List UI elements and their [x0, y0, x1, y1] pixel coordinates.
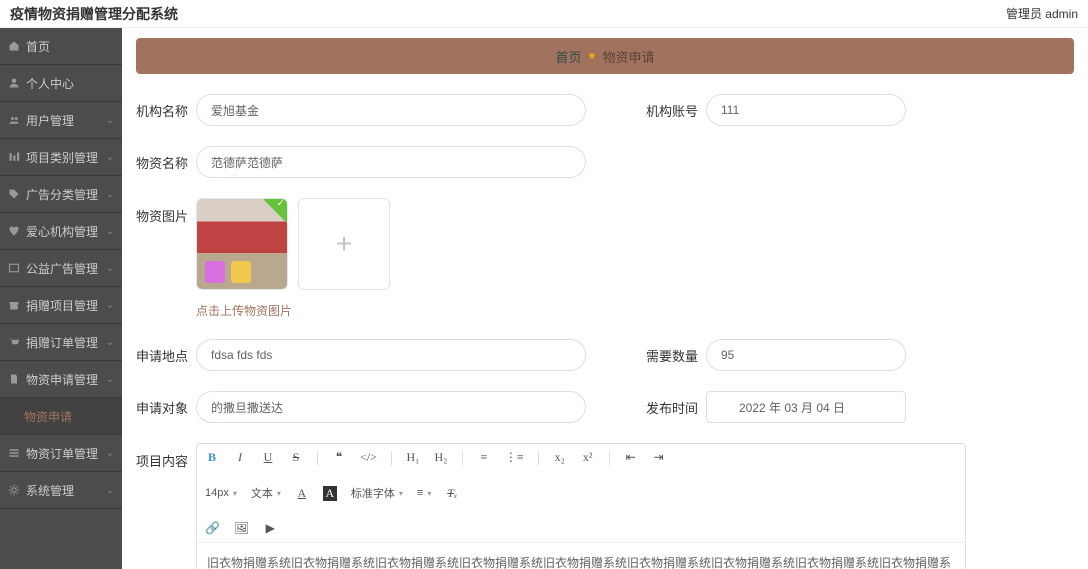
chevron-down-icon: ⌄	[106, 300, 114, 311]
material-name-input[interactable]	[196, 146, 586, 178]
users-icon	[8, 114, 20, 126]
sidebar-item-public-ad[interactable]: 公益广告管理 ⌄	[0, 250, 122, 287]
app-header: 疫情物资捐赠管理分配系统 管理员 admin	[0, 0, 1088, 28]
sidebar-item-material-order[interactable]: 物资订单管理 ⌄	[0, 435, 122, 472]
chevron-down-icon: ⌄	[106, 263, 114, 274]
cart-icon	[8, 336, 20, 348]
chevron-down-icon: ⌄	[106, 226, 114, 237]
publish-time-input[interactable]	[706, 391, 906, 423]
tag-icon	[8, 188, 20, 200]
breadcrumb-home[interactable]: 首页	[556, 47, 582, 66]
apply-addr-label: 申请地点	[136, 346, 196, 365]
h1-button[interactable]: H₁	[406, 450, 420, 465]
indent-plus-button[interactable]: ⇥	[652, 450, 666, 465]
bold-button[interactable]: B	[205, 450, 219, 465]
italic-button[interactable]: I	[233, 450, 247, 465]
ad-icon	[8, 262, 20, 274]
gift-icon	[8, 299, 20, 311]
gear-icon	[8, 484, 20, 496]
sidebar-item-system[interactable]: 系统管理 ⌄	[0, 472, 122, 509]
chevron-down-icon: ⌄	[106, 152, 114, 163]
text-color-button[interactable]: A	[295, 486, 309, 501]
material-name-label: 物资名称	[136, 153, 196, 172]
apply-target-label: 申请对象	[136, 398, 196, 417]
material-img-label: 物资图片	[136, 206, 196, 225]
editor-content[interactable]: 旧衣物捐赠系统旧衣物捐赠系统旧衣物捐赠系统旧衣物捐赠系统旧衣物捐赠系统旧衣物捐赠…	[197, 543, 965, 569]
sidebar-item-home[interactable]: 首页	[0, 28, 122, 65]
h2-button[interactable]: H₂	[434, 450, 448, 465]
breadcrumb-current: 物资申请	[602, 47, 654, 66]
plus-icon: +	[336, 228, 352, 260]
current-user[interactable]: 管理员 admin	[1006, 5, 1078, 22]
home-icon	[8, 40, 20, 52]
publish-time-label: 发布时间	[646, 398, 706, 417]
sidebar-subitem-material-apply[interactable]: 物资申请	[0, 398, 122, 435]
rich-text-editor: B I U S ❝ </> H₁ H₂ ≡ ⋮≡ x₂	[196, 443, 966, 569]
chevron-down-icon: ⌄	[106, 485, 114, 496]
content-label: 项目内容	[136, 451, 196, 470]
heart-icon	[8, 225, 20, 237]
check-icon	[263, 199, 287, 223]
sidebar: 首页 个人中心 用户管理 ⌄ 项目类别管理 ⌄ 广告分类管理 ⌄ 爱心机构管理 …	[0, 28, 122, 569]
sidebar-item-ad-category[interactable]: 广告分类管理 ⌄	[0, 176, 122, 213]
org-account-label: 机构账号	[646, 101, 706, 120]
clear-format-button[interactable]: Tₓ	[445, 486, 459, 501]
need-qty-input[interactable]	[706, 339, 906, 371]
app-title: 疫情物资捐赠管理分配系统	[10, 4, 178, 24]
user-icon	[8, 77, 20, 89]
apply-addr-input[interactable]	[196, 339, 586, 371]
upload-add-button[interactable]: +	[298, 198, 390, 290]
align-select[interactable]: ≡	[417, 487, 431, 499]
need-qty-label: 需要数量	[646, 346, 706, 365]
chevron-down-icon: ⌄	[106, 115, 114, 126]
org-account-input[interactable]	[706, 94, 906, 126]
sup-button[interactable]: x²	[581, 450, 595, 465]
uploaded-image[interactable]	[196, 198, 288, 290]
upload-hint[interactable]: 点击上传物资图片	[196, 302, 390, 319]
image-button[interactable]: 🖼	[234, 521, 249, 536]
chevron-down-icon: ⌄	[106, 374, 114, 385]
underline-button[interactable]: U	[261, 450, 275, 465]
org-name-label: 机构名称	[136, 101, 196, 120]
text-style-select[interactable]: 文本	[251, 485, 281, 501]
apply-target-input[interactable]	[196, 391, 586, 423]
font-family-select[interactable]: 标准字体	[351, 485, 403, 501]
font-size-select[interactable]: 14px	[205, 487, 237, 499]
indent-minus-button[interactable]: ⇤	[624, 450, 638, 465]
editor-toolbar: B I U S ❝ </> H₁ H₂ ≡ ⋮≡ x₂	[197, 444, 965, 543]
list-icon	[8, 447, 20, 459]
strike-button[interactable]: S	[289, 450, 303, 465]
sidebar-item-donation-order[interactable]: 捐赠订单管理 ⌄	[0, 324, 122, 361]
file-icon	[8, 373, 20, 385]
main-content: 首页 ★ 物资申请 机构名称 机构账号 物资名称 物资图片	[122, 28, 1088, 569]
breadcrumb: 首页 ★ 物资申请	[136, 38, 1074, 74]
link-button[interactable]: 🔗	[205, 521, 220, 536]
chevron-down-icon: ⌄	[106, 337, 114, 348]
bars-icon	[8, 151, 20, 163]
code-button[interactable]: </>	[360, 450, 377, 465]
bg-color-button[interactable]: A	[323, 486, 337, 501]
ol-button[interactable]: ≡	[477, 450, 491, 465]
sidebar-item-profile[interactable]: 个人中心	[0, 65, 122, 102]
sidebar-item-org[interactable]: 爱心机构管理 ⌄	[0, 213, 122, 250]
sidebar-item-donation-project[interactable]: 捐赠项目管理 ⌄	[0, 287, 122, 324]
org-name-input[interactable]	[196, 94, 586, 126]
sidebar-item-material-apply[interactable]: 物资申请管理 ⌄	[0, 361, 122, 398]
sidebar-item-users[interactable]: 用户管理 ⌄	[0, 102, 122, 139]
sub-button[interactable]: x₂	[553, 450, 567, 465]
ul-button[interactable]: ⋮≡	[505, 450, 524, 465]
star-icon: ★	[588, 51, 597, 62]
chevron-down-icon: ⌄	[106, 448, 114, 459]
video-button[interactable]: ▶	[263, 521, 277, 536]
sidebar-item-categories[interactable]: 项目类别管理 ⌄	[0, 139, 122, 176]
quote-button[interactable]: ❝	[332, 450, 346, 465]
chevron-down-icon: ⌄	[106, 189, 114, 200]
